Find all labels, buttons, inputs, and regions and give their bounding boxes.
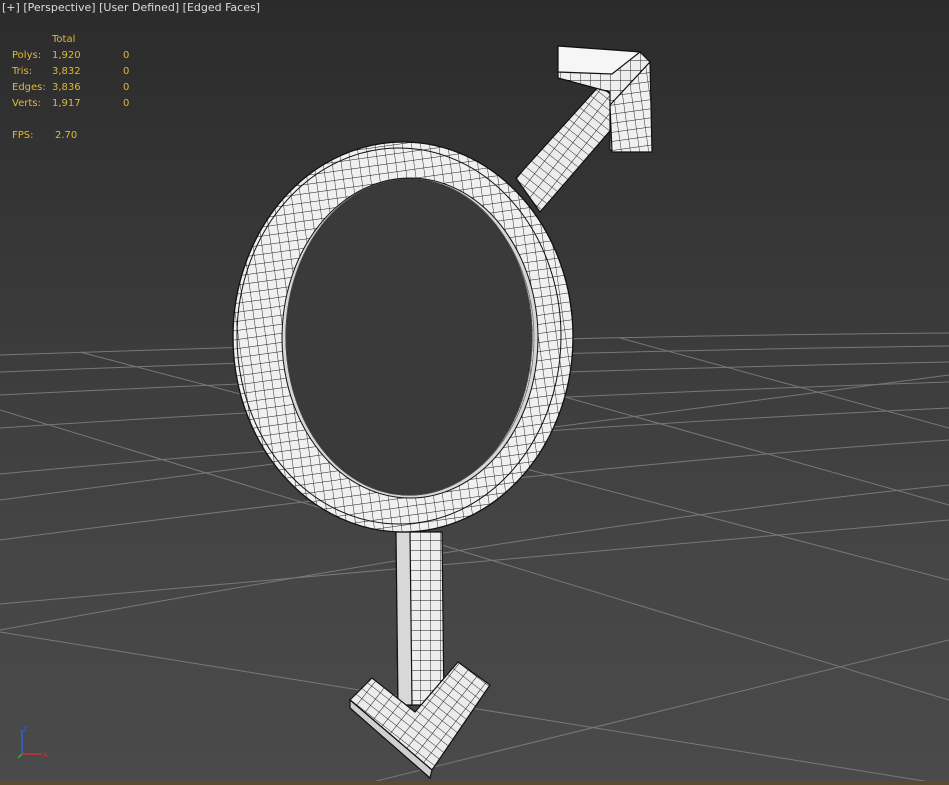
z-axis-label: z [23,724,27,733]
x-axis-label: x [43,750,48,759]
stats-total: 3,832 [52,66,81,77]
viewport-plus-menu[interactable]: [+] [2,1,20,14]
stats-total: 1,920 [52,50,81,61]
stats-total: 1,917 [52,98,81,109]
fps-value: 2.70 [55,130,78,141]
ring-mesh [232,141,574,533]
stats-row-verts: Verts: 1,917 0 [12,96,143,112]
up-arrow-mesh [515,45,653,213]
viewport-bottom-border [0,781,949,785]
stats-row-tris: Tris: 3,832 0 [12,64,143,80]
stats-label: Polys: [12,50,42,61]
viewport-edged-faces-menu[interactable]: [Edged Faces] [183,1,260,14]
y-axis-line [17,753,23,759]
axis-tripod-icon: z x [17,724,48,759]
stats-selected: 0 [123,82,130,93]
stats-label: Verts: [12,98,41,109]
stats-row-polys: Polys: 1,920 0 [12,48,143,64]
fps-label: FPS: [12,130,34,141]
stats-row-fps: FPS: 2.70 [12,128,143,144]
stats-selected: 0 [123,50,130,61]
stats-total: 3,836 [52,82,81,93]
stats-row-edges: Edges: 3,836 0 [12,80,143,96]
viewport-point-of-view-menu[interactable]: [Perspective] [23,1,95,14]
stats-selected: 0 [123,66,130,77]
down-arrow-mesh [349,531,491,780]
perspective-viewport[interactable]: [+] [Perspective] [User Defined] [Edged … [0,0,949,785]
viewport-label-menu: [+] [Perspective] [User Defined] [Edged … [2,1,260,14]
stats-header-total: Total [52,34,76,45]
stats-label: Edges: [12,82,46,93]
stats-label: Tris: [12,66,33,77]
viewport-shading-menu[interactable]: [User Defined] [99,1,179,14]
stats-selected: 0 [123,98,130,109]
statistics-overlay: Total Polys: 1,920 0 Tris: 3,832 0 Edges… [12,32,143,144]
